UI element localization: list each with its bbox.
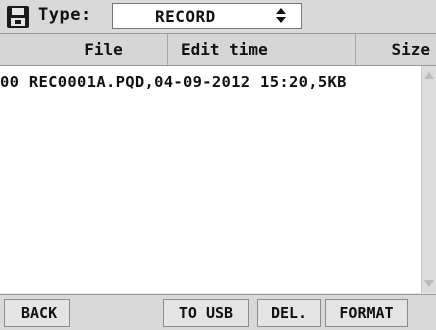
type-label: Type: xyxy=(38,5,92,25)
type-selector[interactable]: RECORD xyxy=(112,3,302,29)
format-button[interactable]: FORMAT xyxy=(325,299,408,327)
list-header: File Edit time Size xyxy=(0,34,436,66)
scroll-down-icon[interactable] xyxy=(424,280,434,287)
column-header-edit-time[interactable]: Edit time xyxy=(168,34,356,65)
bottom-bar: BACK TO USB DEL. FORMAT xyxy=(0,294,436,330)
type-value: RECORD xyxy=(155,7,216,26)
column-header-file[interactable]: File xyxy=(0,34,168,65)
scroll-up-icon[interactable] xyxy=(424,72,434,79)
file-list[interactable]: 00 REC0001A.PQD,04-09-2012 15:20,5KB xyxy=(0,66,421,293)
column-header-size[interactable]: Size xyxy=(356,34,436,65)
back-button[interactable]: BACK xyxy=(4,299,70,327)
spinner-arrows-icon[interactable] xyxy=(275,6,287,26)
scrollbar[interactable] xyxy=(421,66,436,293)
file-row[interactable]: 00 REC0001A.PQD,04-09-2012 15:20,5KB xyxy=(0,73,347,93)
top-bar: Type: RECORD xyxy=(0,0,436,34)
delete-button[interactable]: DEL. xyxy=(257,299,321,327)
floppy-disk-icon[interactable] xyxy=(7,6,29,28)
to-usb-button[interactable]: TO USB xyxy=(163,299,249,327)
